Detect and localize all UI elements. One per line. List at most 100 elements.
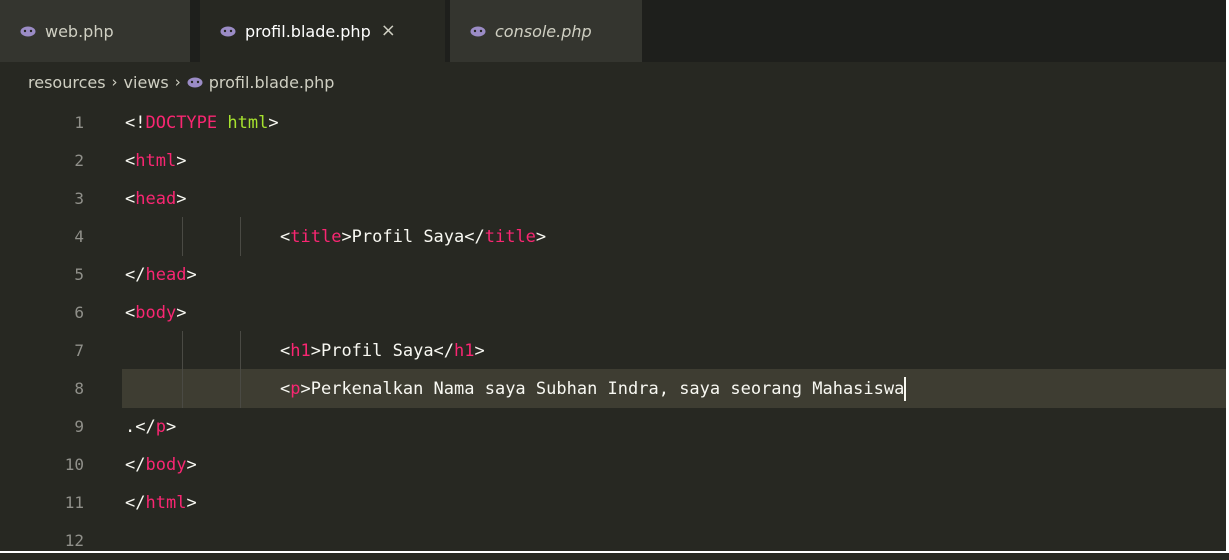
line-number: 4 (0, 227, 84, 246)
code-content: < head > (122, 179, 1229, 218)
code-content: < body > (122, 293, 1229, 332)
tab-label: profil.blade.php (245, 21, 371, 41)
line-number: 12 (0, 531, 84, 550)
code-text: </head > (125, 255, 197, 294)
close-icon[interactable]: × (381, 22, 396, 40)
syntax-token: p (155, 416, 166, 437)
code-text: < title >Profil Saya</title > (280, 217, 546, 256)
code-token: > (186, 264, 197, 285)
line-number-text: 12 (64, 531, 84, 550)
code-line[interactable]: 5 </head > (0, 255, 1229, 294)
code-line[interactable]: 6 < body > (0, 293, 1229, 332)
line-number: 3 (0, 189, 84, 208)
code-content: < h1 >Profil Saya</h1 > (122, 331, 1229, 370)
code-line[interactable]: 4 < title >Profil Saya</title > (0, 217, 1229, 256)
code-content: </html > (122, 483, 1229, 522)
code-text: < head > (125, 179, 186, 218)
line-number-text: 4 (74, 227, 84, 246)
tab-console-php[interactable]: console.php (450, 0, 642, 62)
line-number-text: 8 (74, 379, 84, 398)
line-number: 9 (0, 417, 84, 436)
code-line[interactable]: 10 </body > (0, 445, 1229, 484)
code-token: > (268, 112, 279, 133)
breadcrumb-item-views[interactable]: views (124, 73, 169, 92)
line-number-text: 10 (64, 455, 84, 474)
line-number: 6 (0, 303, 84, 322)
tab-web-php[interactable]: web.php (0, 0, 190, 62)
tab-label: web.php (45, 21, 114, 41)
indent-guide (182, 331, 183, 370)
code-line[interactable]: 1 <! DOCTYPE html > (0, 103, 1229, 142)
breadcrumb-item-resources[interactable]: resources (28, 73, 106, 92)
code-token: > (186, 454, 197, 475)
code-token: > (176, 302, 187, 323)
indent-guide (240, 369, 241, 408)
code-content: < title >Profil Saya</title > (122, 217, 1229, 256)
tab-bar: web.php profil.blade.php × console.php (0, 0, 1229, 62)
syntax-token: h1 (290, 340, 311, 361)
line-number: 10 (0, 455, 84, 474)
code-token: >Perkenalkan Nama saya Subhan Indra, say… (300, 378, 905, 399)
code-line[interactable]: 8 < p >Perkenalkan Nama saya Subhan Indra, … (0, 369, 1229, 408)
code-content: .</p > (122, 407, 1229, 446)
text-cursor (904, 376, 907, 401)
breadcrumb: resources › views › profil.blade.php (28, 68, 334, 96)
code-text: < h1 >Profil Saya</h1 > (280, 331, 485, 370)
indent-guide (240, 217, 241, 256)
code-token: > (176, 150, 187, 171)
indent-guide (240, 331, 241, 370)
code-content: <! DOCTYPE html > (122, 103, 1229, 142)
code-token: > (176, 188, 187, 209)
line-number: 2 (0, 151, 84, 170)
line-number-text: 11 (64, 493, 84, 512)
code-text: < p >Perkenalkan Nama saya Subhan Indra, s… (280, 369, 907, 408)
code-content: </body > (122, 445, 1229, 484)
code-token: </ (125, 492, 146, 513)
code-line[interactable]: 7 < h1 >Profil Saya</h1 > (0, 331, 1229, 370)
code-content: </head > (122, 255, 1229, 294)
php-elephant-icon (220, 26, 236, 37)
code-text: <! DOCTYPE html > (125, 103, 279, 142)
syntax-token: body (145, 454, 187, 475)
syntax-token: DOCTYPE (145, 112, 218, 133)
syntax-token: title (290, 226, 342, 247)
code-line[interactable]: 3 < head > (0, 179, 1229, 218)
code-line[interactable]: 12 (0, 521, 1229, 560)
code-token: </ (125, 264, 146, 285)
syntax-token: head (135, 188, 177, 209)
breadcrumb-item-file[interactable]: profil.blade.php (209, 73, 335, 92)
code-text: </body > (125, 445, 197, 484)
code-token: < (280, 378, 291, 399)
syntax-token: p (290, 378, 301, 399)
code-line[interactable]: 9 .</p > (0, 407, 1229, 446)
line-number-text: 1 (74, 113, 84, 132)
tab-profil-blade-php[interactable]: profil.blade.php × (200, 0, 445, 62)
indent-guide (182, 369, 183, 408)
chevron-right-icon: › (111, 73, 118, 91)
code-token: >Profil Saya</ (341, 226, 485, 247)
code-text: < html > (125, 141, 186, 180)
line-number-text: 3 (74, 189, 84, 208)
line-number: 7 (0, 341, 84, 360)
syntax-token: title (484, 226, 536, 247)
php-elephant-icon (20, 26, 36, 37)
code-token: >Profil Saya</ (310, 340, 455, 361)
code-token: </ (125, 454, 146, 475)
code-editor[interactable]: 1 <! DOCTYPE html >2 < html >3 < head >4 < title >Pr… (0, 103, 1229, 553)
code-token: < (125, 150, 136, 171)
code-line[interactable]: 2 < html > (0, 141, 1229, 180)
syntax-token: head (145, 264, 187, 285)
code-content (122, 521, 1229, 560)
code-token: <! (125, 112, 146, 133)
code-text: </html > (125, 483, 197, 522)
line-number: 8 (0, 379, 84, 398)
syntax-token: html (135, 150, 177, 171)
code-token: .</ (125, 416, 156, 437)
code-token: < (125, 188, 136, 209)
syntax-token: html (227, 112, 269, 133)
code-line[interactable]: 11 </html > (0, 483, 1229, 522)
php-elephant-icon (187, 77, 203, 88)
line-number-text: 9 (74, 417, 84, 436)
php-elephant-icon (470, 26, 486, 37)
